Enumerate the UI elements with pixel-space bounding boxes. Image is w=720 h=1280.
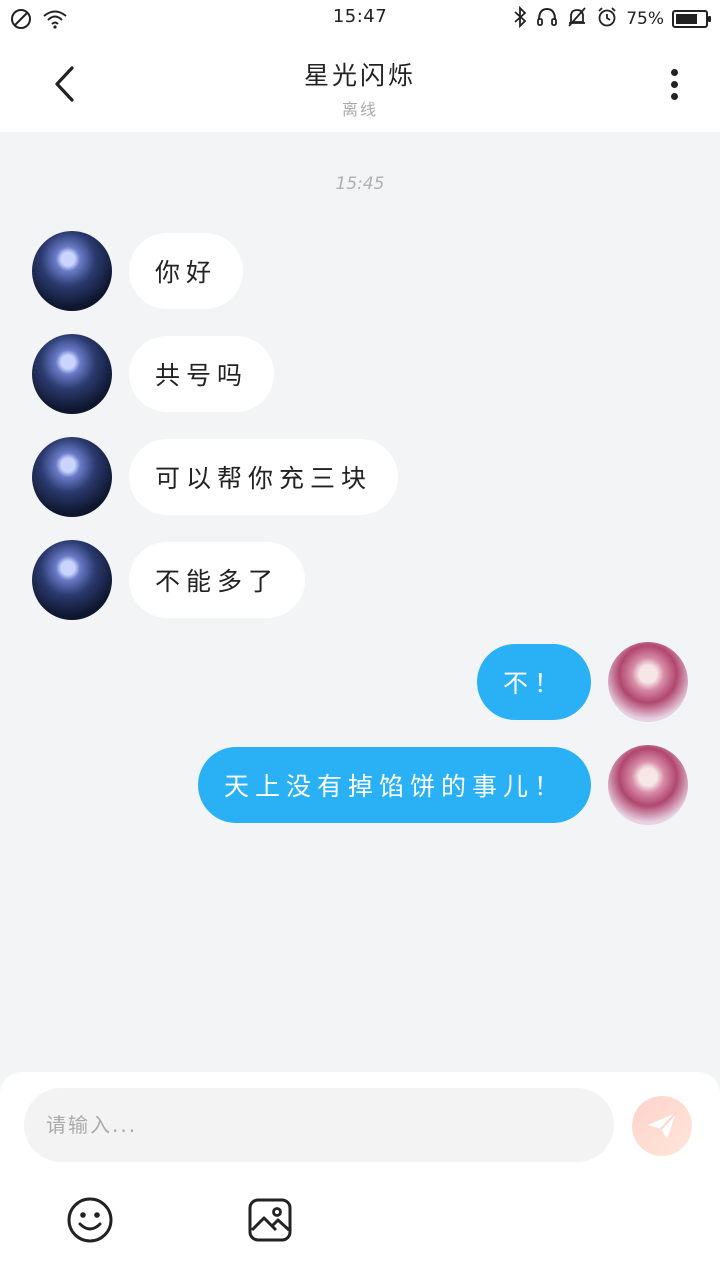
battery-icon bbox=[672, 10, 711, 28]
battery-percent: 75% bbox=[626, 9, 664, 29]
bluetooth-icon bbox=[512, 5, 528, 32]
contact-name: 星光闪烁 bbox=[303, 61, 416, 90]
chat-header: 星光闪烁 离线 bbox=[0, 36, 720, 132]
headset-icon bbox=[536, 6, 558, 32]
my-avatar[interactable] bbox=[608, 642, 688, 722]
incoming-message[interactable]: 可以帮你充三块 bbox=[129, 439, 399, 515]
send-button[interactable] bbox=[632, 1096, 692, 1156]
more-options-button[interactable] bbox=[658, 64, 690, 104]
message-row: 不！ bbox=[476, 642, 688, 722]
dot bbox=[670, 92, 678, 100]
incoming-message[interactable]: 共号吗 bbox=[129, 336, 275, 412]
composer-panel bbox=[0, 1072, 720, 1280]
image-icon bbox=[248, 1198, 292, 1242]
outgoing-message[interactable]: 不！ bbox=[476, 644, 591, 720]
status-right: 75% bbox=[512, 5, 711, 32]
contact-avatar[interactable] bbox=[32, 540, 112, 620]
outgoing-message[interactable]: 天上没有掉馅饼的事儿！ bbox=[197, 747, 591, 823]
message-row: 你好 bbox=[32, 231, 244, 311]
contact-avatar[interactable] bbox=[32, 437, 112, 517]
status-bar: 15:47 75% bbox=[0, 0, 720, 36]
incoming-message[interactable]: 不能多了 bbox=[129, 542, 306, 618]
smiley-icon bbox=[67, 1197, 113, 1243]
dot bbox=[670, 80, 678, 88]
alarm-icon bbox=[596, 6, 618, 32]
contact-avatar[interactable] bbox=[32, 231, 112, 311]
send-icon bbox=[648, 1112, 677, 1139]
message-row: 可以帮你充三块 bbox=[32, 437, 399, 517]
my-avatar[interactable] bbox=[608, 745, 688, 825]
message-row: 共号吗 bbox=[32, 334, 275, 414]
contact-avatar[interactable] bbox=[32, 334, 112, 414]
message-input[interactable] bbox=[24, 1088, 614, 1162]
mute-bell-icon bbox=[566, 6, 588, 32]
chat-screen: 15:47 75% 星光闪烁 离线 15:45 你好 共号吗 可以帮你充三块 不… bbox=[0, 0, 720, 1280]
message-row: 不能多了 bbox=[32, 540, 306, 620]
contact-status: 离线 bbox=[341, 100, 378, 119]
incoming-message[interactable]: 你好 bbox=[129, 233, 244, 309]
battery-fill bbox=[676, 14, 697, 24]
emoji-button[interactable] bbox=[66, 1196, 114, 1244]
message-row: 天上没有掉馅饼的事儿！ bbox=[197, 745, 688, 825]
header-title-block: 星光闪烁 离线 bbox=[0, 56, 720, 120]
dot bbox=[670, 68, 678, 76]
message-timestamp: 15:45 bbox=[335, 174, 385, 194]
image-picker-button[interactable] bbox=[246, 1196, 294, 1244]
